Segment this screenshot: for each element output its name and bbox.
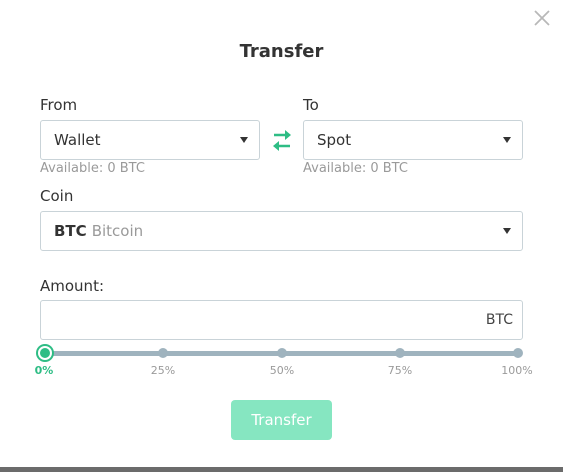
to-label: To [303, 96, 319, 114]
slider-tick-50: 50% [269, 364, 295, 377]
chevron-down-icon [503, 228, 511, 234]
slider-tick-75: 75% [387, 364, 413, 377]
chevron-down-icon [240, 137, 248, 143]
to-select-value: Spot [317, 131, 352, 149]
amount-input[interactable] [41, 301, 461, 339]
transfer-button[interactable]: Transfer [231, 400, 332, 440]
dialog-title: Transfer [239, 41, 324, 62]
transfer-dialog: Transfer From Wallet Available: 0 BTC To… [0, 0, 563, 472]
coin-label: Coin [40, 187, 74, 205]
from-available: Available: 0 BTC [40, 161, 145, 176]
from-select-value: Wallet [54, 131, 101, 149]
coin-select[interactable]: BTC Bitcoin [40, 211, 523, 251]
slider-tick-0: 0% [34, 364, 54, 377]
from-label: From [40, 96, 78, 114]
amount-unit: BTC [485, 312, 513, 328]
coin-name: Bitcoin [91, 222, 144, 240]
slider-handle[interactable] [38, 346, 52, 360]
to-available: Available: 0 BTC [303, 161, 408, 176]
slider-tick-25: 25% [150, 364, 176, 377]
amount-field: BTC [40, 300, 523, 340]
close-icon[interactable] [532, 8, 552, 28]
from-select[interactable]: Wallet [40, 120, 260, 160]
slider-stop-75[interactable] [395, 348, 405, 358]
slider-stop-100[interactable] [513, 348, 523, 358]
coin-code: BTC [54, 222, 87, 240]
swap-arrows-icon[interactable] [272, 127, 292, 153]
slider-stop-50[interactable] [277, 348, 287, 358]
chevron-down-icon [503, 137, 511, 143]
amount-label: Amount: [40, 277, 104, 295]
to-select[interactable]: Spot [303, 120, 523, 160]
slider-tick-100: 100% [501, 364, 533, 377]
slider-stop-25[interactable] [158, 348, 168, 358]
